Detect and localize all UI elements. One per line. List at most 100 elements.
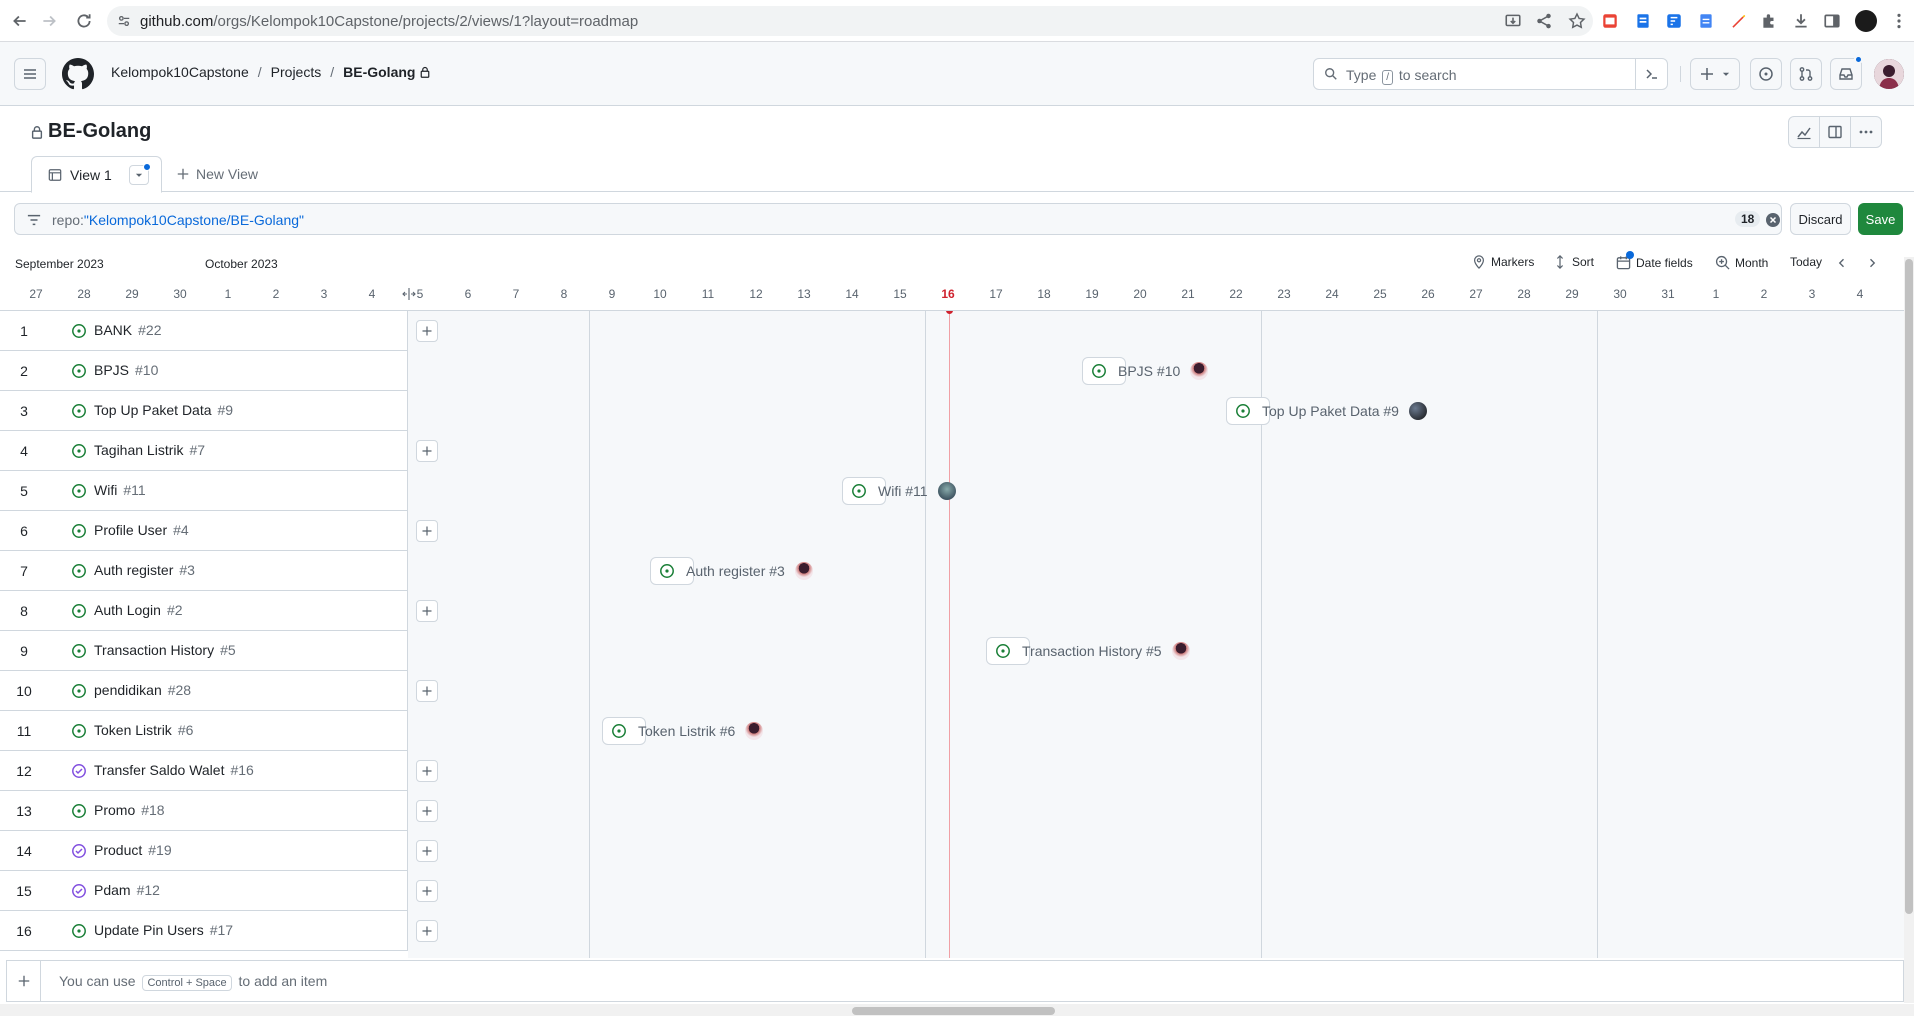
scrollbar-thumb[interactable] — [852, 1007, 1055, 1015]
item-title[interactable]: Tagihan Listrik #7 — [94, 442, 205, 458]
add-item-row[interactable]: You can use Control + Space to add an it… — [6, 960, 1904, 1002]
item-title[interactable]: Auth register #3 — [94, 562, 195, 578]
zoom-level-button[interactable]: Month — [1715, 255, 1768, 270]
add-date-button[interactable] — [416, 440, 438, 462]
vertical-scrollbar[interactable] — [1904, 257, 1914, 1003]
breadcrumb-projects-link[interactable]: Projects — [271, 64, 322, 80]
search-input[interactable]: Type / to search — [1313, 58, 1668, 90]
roadmap-item-bar[interactable]: Top Up Paket Data #9 — [1226, 397, 1427, 425]
add-date-button[interactable] — [416, 840, 438, 862]
add-date-button[interactable] — [416, 520, 438, 542]
extension-icon[interactable] — [1729, 12, 1747, 30]
side-panel-button[interactable] — [1819, 116, 1851, 148]
item-title[interactable]: Pdam #12 — [94, 882, 160, 898]
install-icon[interactable] — [1504, 12, 1522, 30]
breadcrumb-project-current[interactable]: BE-Golang — [343, 64, 415, 80]
filter-input[interactable]: repo:"Kelompok10Capstone/BE-Golang" 18 — [14, 203, 1782, 235]
command-palette-icon[interactable] — [1635, 59, 1667, 89]
today-button[interactable]: Today — [1790, 255, 1822, 269]
table-row[interactable]: 13 Promo #18 — [0, 791, 408, 831]
extension-icon[interactable] — [1634, 12, 1652, 30]
item-title[interactable]: BPJS #10 — [94, 362, 158, 378]
site-info-icon[interactable] — [117, 14, 131, 28]
extension-icon[interactable] — [1665, 12, 1683, 30]
inbox-button[interactable] — [1830, 55, 1863, 90]
item-title[interactable]: Promo #18 — [94, 802, 165, 818]
roadmap-item-bar[interactable]: Auth register #3 — [650, 557, 813, 585]
add-date-button[interactable] — [416, 880, 438, 902]
pull-requests-button[interactable] — [1790, 58, 1822, 90]
item-title[interactable]: Product #19 — [94, 842, 172, 858]
download-icon[interactable] — [1792, 12, 1810, 30]
add-date-button[interactable] — [416, 600, 438, 622]
issues-button[interactable] — [1750, 58, 1782, 90]
back-icon[interactable] — [6, 7, 34, 35]
user-avatar[interactable] — [1874, 59, 1904, 89]
clear-filter-icon[interactable] — [1765, 212, 1781, 228]
resize-handle-icon[interactable] — [402, 288, 416, 300]
add-date-button[interactable] — [416, 680, 438, 702]
table-row[interactable]: 3 Top Up Paket Data #9 — [0, 391, 408, 431]
tab-view-1[interactable]: View 1 — [31, 156, 162, 193]
table-row[interactable]: 9 Transaction History #5 — [0, 631, 408, 671]
sort-button[interactable]: Sort — [1553, 255, 1594, 269]
profile-avatar-icon[interactable] — [1855, 10, 1877, 32]
discard-button[interactable]: Discard — [1790, 203, 1851, 235]
github-logo-icon[interactable] — [62, 58, 94, 90]
forward-icon[interactable] — [35, 7, 63, 35]
table-row[interactable]: 15 Pdam #12 — [0, 871, 408, 911]
breadcrumb-org-link[interactable]: Kelompok10Capstone — [111, 64, 249, 80]
bookmark-star-icon[interactable] — [1568, 12, 1586, 30]
next-chevron-icon[interactable] — [1866, 257, 1878, 269]
item-title[interactable]: Token Listrik #6 — [94, 722, 193, 738]
table-row[interactable]: 7 Auth register #3 — [0, 551, 408, 591]
table-row[interactable]: 4 Tagihan Listrik #7 — [0, 431, 408, 471]
extensions-puzzle-icon[interactable] — [1760, 12, 1778, 30]
item-title[interactable]: Top Up Paket Data #9 — [94, 402, 233, 418]
roadmap-item-bar[interactable]: Wifi #11 — [842, 477, 956, 505]
roadmap-item-bar[interactable]: BPJS #10 — [1082, 357, 1209, 385]
table-row[interactable]: 12 Transfer Saldo Walet #16 — [0, 751, 408, 791]
table-row[interactable]: 8 Auth Login #2 — [0, 591, 408, 631]
scrollbar-thumb[interactable] — [1905, 259, 1913, 914]
item-title[interactable]: Profile User #4 — [94, 522, 189, 538]
item-title[interactable]: Auth Login #2 — [94, 602, 183, 618]
add-date-button[interactable] — [416, 800, 438, 822]
item-title[interactable]: Update Pin Users #17 — [94, 922, 233, 938]
item-title[interactable]: BANK #22 — [94, 322, 161, 338]
table-row[interactable]: 11 Token Listrik #6 — [0, 711, 408, 751]
add-date-button[interactable] — [416, 920, 438, 942]
table-row[interactable]: 5 Wifi #11 — [0, 471, 408, 511]
save-button[interactable]: Save — [1858, 203, 1903, 235]
address-bar[interactable]: github.com/orgs/Kelompok10Capstone/proje… — [107, 6, 1593, 36]
add-item-button[interactable] — [7, 961, 41, 1001]
create-new-button[interactable] — [1690, 58, 1740, 90]
new-view-button[interactable]: New View — [176, 166, 258, 182]
table-row[interactable]: 16 Update Pin Users #17 — [0, 911, 408, 951]
share-icon[interactable] — [1535, 12, 1553, 30]
item-title[interactable]: Wifi #11 — [94, 482, 146, 498]
add-date-button[interactable] — [416, 760, 438, 782]
item-title[interactable]: Transfer Saldo Walet #16 — [94, 762, 254, 778]
reload-icon[interactable] — [70, 7, 98, 35]
insights-button[interactable] — [1788, 116, 1820, 148]
table-row[interactable]: 1 BANK #22 — [0, 311, 408, 351]
side-panel-icon[interactable] — [1823, 12, 1841, 30]
markers-button[interactable]: Markers — [1472, 255, 1534, 269]
extension-icon[interactable] — [1601, 12, 1619, 30]
roadmap-item-bar[interactable]: Transaction History #5 — [986, 637, 1190, 665]
menu-kebab-icon[interactable] — [1890, 12, 1908, 30]
hamburger-menu-button[interactable] — [14, 58, 46, 90]
table-row[interactable]: 6 Profile User #4 — [0, 511, 408, 551]
roadmap-item-bar[interactable]: Token Listrik #6 — [602, 717, 764, 745]
item-title[interactable]: Transaction History #5 — [94, 642, 236, 658]
extension-icon[interactable] — [1697, 12, 1715, 30]
add-date-button[interactable] — [416, 320, 438, 342]
table-row[interactable]: 2 BPJS #10 — [0, 351, 408, 391]
more-options-button[interactable] — [1850, 116, 1882, 148]
table-row[interactable]: 14 Product #19 — [0, 831, 408, 871]
item-title[interactable]: pendidikan #28 — [94, 682, 191, 698]
table-row[interactable]: 10 pendidikan #28 — [0, 671, 408, 711]
previous-chevron-icon[interactable] — [1836, 257, 1848, 269]
horizontal-scrollbar[interactable] — [0, 1004, 1914, 1016]
